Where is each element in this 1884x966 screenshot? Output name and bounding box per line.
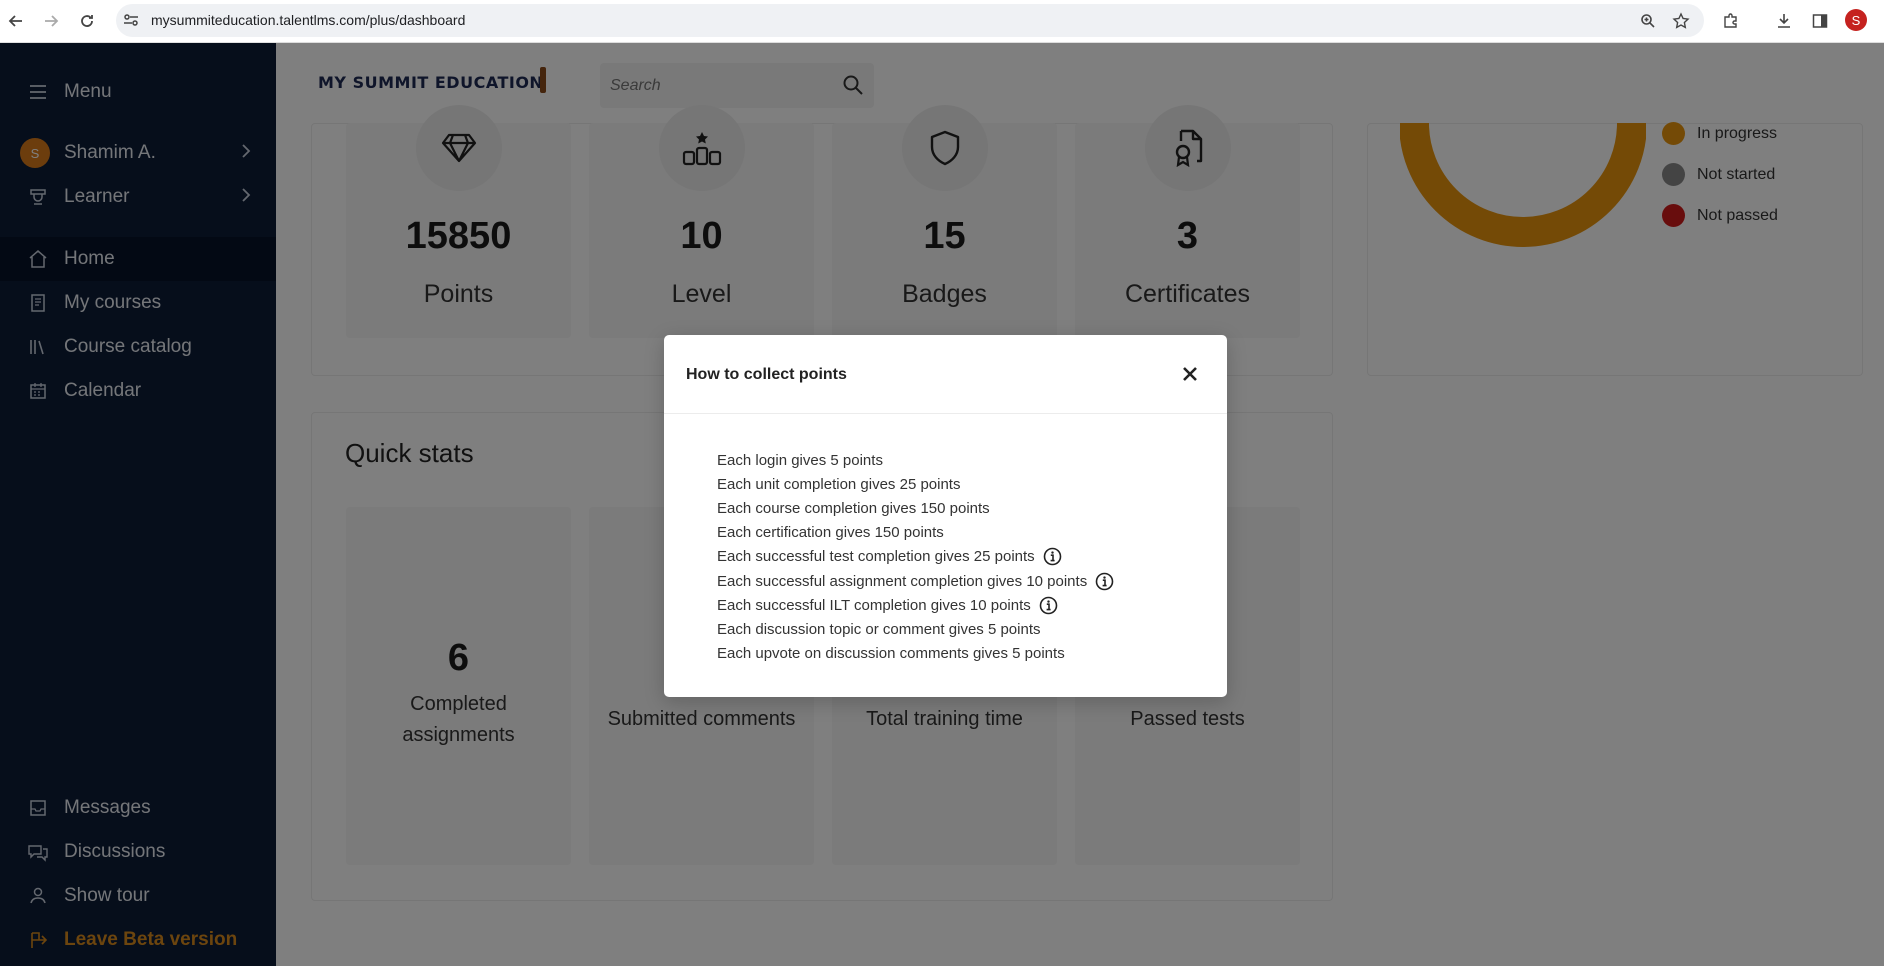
points-rule-item: Each certification gives 150 points [717, 521, 1114, 545]
points-rule-item: Each successful test completion gives 25… [717, 545, 1114, 569]
points-rule-text: Each certification gives 150 points [717, 524, 944, 542]
points-rule-text: Each login gives 5 points [717, 451, 883, 469]
forward-icon[interactable] [38, 8, 64, 34]
modal-title: How to collect points [686, 366, 847, 383]
side-panel-icon[interactable] [1808, 9, 1832, 33]
modal-divider [664, 413, 1227, 414]
points-rules-list: Each login gives 5 points Each unit compl… [717, 448, 1114, 666]
points-rule-item: Each successful ILT completion gives 10 … [717, 593, 1114, 617]
points-rule-text: Each unit completion gives 25 points [717, 475, 961, 493]
points-rule-item: Each course completion gives 150 points [717, 496, 1114, 520]
browser-toolbar: mysummiteducation.talentlms.com/plus/das… [0, 0, 1884, 43]
points-rule-text: Each upvote on discussion comments gives… [717, 645, 1065, 663]
info-icon[interactable] [1095, 572, 1114, 591]
points-rule-item: Each discussion topic or comment gives 5… [717, 617, 1114, 641]
bookmark-star-icon[interactable] [1669, 9, 1693, 33]
points-rule-text: Each successful assignment completion gi… [717, 572, 1088, 590]
site-info-icon[interactable] [122, 11, 140, 34]
profile-avatar[interactable]: S [1845, 9, 1867, 31]
points-rule-text: Each successful ILT completion gives 10 … [717, 596, 1031, 614]
points-rule-item: Each login gives 5 points [717, 448, 1114, 472]
points-rule-text: Each course completion gives 150 points [717, 499, 990, 517]
back-icon[interactable] [3, 8, 29, 34]
url-text: mysummiteducation.talentlms.com/plus/das… [151, 12, 466, 28]
points-rule-text: Each discussion topic or comment gives 5… [717, 620, 1041, 638]
close-icon[interactable] [1179, 363, 1201, 385]
extensions-icon[interactable] [1719, 9, 1743, 33]
reload-icon[interactable] [74, 8, 100, 34]
points-rule-item: Each successful assignment completion gi… [717, 569, 1114, 593]
info-icon[interactable] [1043, 547, 1062, 566]
points-modal: How to collect points Each login gives 5… [664, 335, 1227, 697]
zoom-icon[interactable] [1636, 9, 1660, 33]
points-rule-item: Each unit completion gives 25 points [717, 472, 1114, 496]
download-icon[interactable] [1772, 9, 1796, 33]
points-rule-text: Each successful test completion gives 25… [717, 548, 1035, 566]
points-rule-item: Each upvote on discussion comments gives… [717, 642, 1114, 666]
info-icon[interactable] [1039, 596, 1058, 615]
